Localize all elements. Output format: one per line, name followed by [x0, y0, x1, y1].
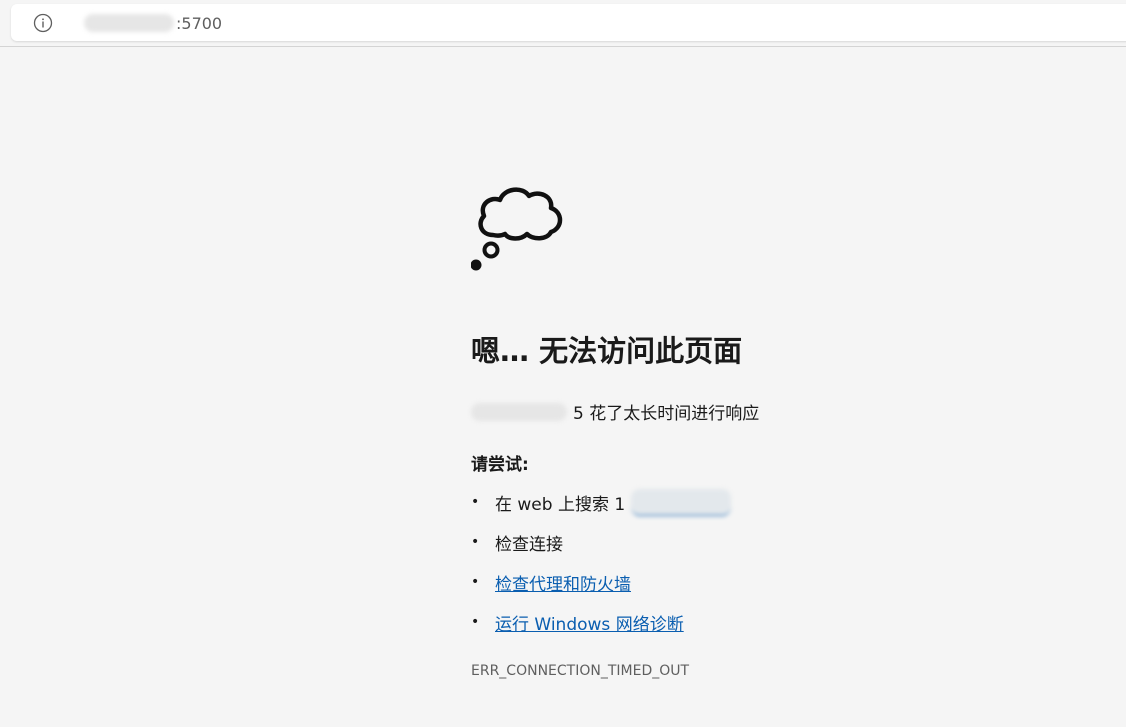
url-text[interactable]: :5700	[84, 13, 222, 33]
list-item: • 运行 Windows 网络诊断	[471, 602, 731, 642]
address-bar[interactable]: :5700	[11, 4, 1126, 41]
error-description: 5 花了太长时间进行响应	[471, 399, 759, 424]
try-heading: 请尝试:	[471, 455, 529, 475]
network-diagnostics-link[interactable]: 运行 Windows 网络诊断	[495, 610, 684, 635]
bullet: •	[471, 614, 480, 630]
search-web-text: 在 web 上搜索 1	[495, 494, 626, 515]
list-item: • 在 web 上搜索 1	[471, 482, 732, 522]
list-item: • 检查连接	[471, 522, 731, 562]
check-connection-text: 检查连接	[495, 534, 563, 555]
error-code: ERR_CONNECTION_TIMED_OUT	[471, 663, 690, 679]
thought-cloud-icon	[471, 187, 563, 271]
url-port: :5700	[176, 13, 223, 33]
page-title: 嗯… 无法访问此页面	[471, 334, 743, 368]
search-web-link[interactable]	[631, 488, 732, 516]
browser-toolbar: :5700	[0, 0, 1126, 47]
bullet: •	[471, 574, 480, 590]
description-text: 5 花了太长时间进行响应	[573, 404, 760, 424]
redacted-host	[84, 14, 174, 32]
redacted-host	[471, 402, 567, 421]
list-item: • 检查代理和防火墙	[471, 562, 731, 602]
check-proxy-firewall-link[interactable]: 检查代理和防火墙	[495, 570, 631, 595]
suggestion-list: • 在 web 上搜索 1 • 检查连接 • 检查代理和防火墙 • 运行 Win…	[471, 482, 732, 642]
bullet: •	[471, 494, 480, 510]
bullet: •	[471, 534, 480, 550]
info-icon[interactable]	[33, 13, 53, 33]
